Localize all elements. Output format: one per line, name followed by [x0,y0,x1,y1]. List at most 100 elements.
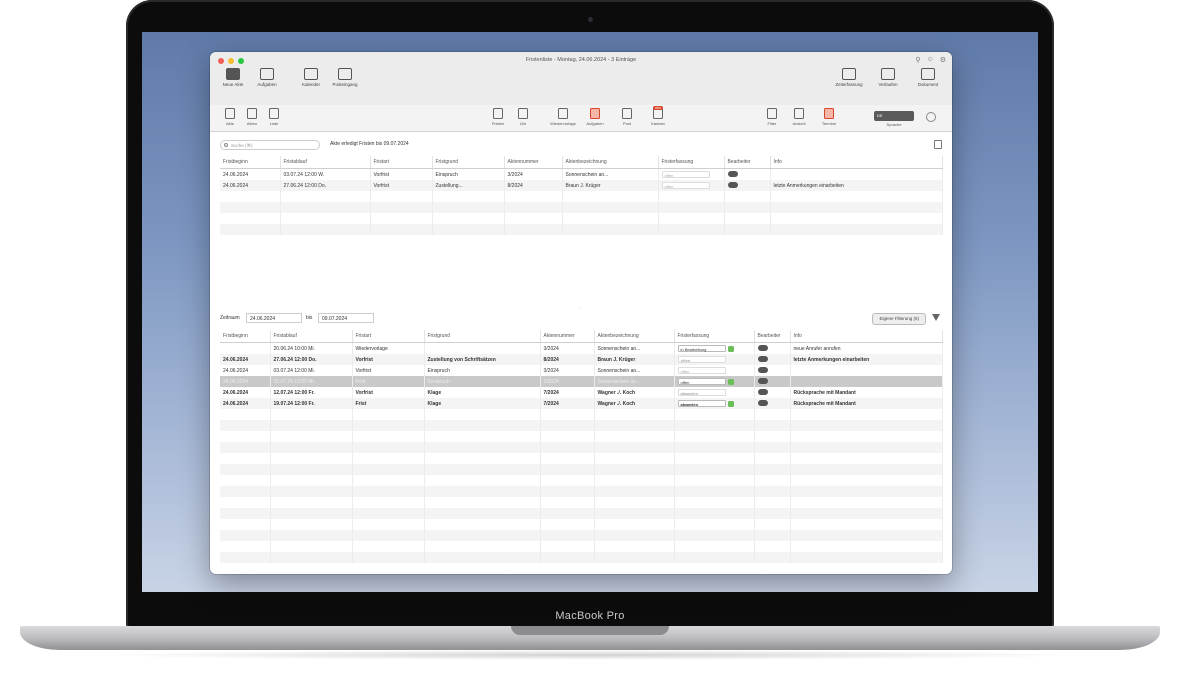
status-select[interactable]: offen [661,182,710,189]
toolbar2-view-button[interactable]: Ansicht [786,108,812,126]
status-select[interactable]: offen [677,367,726,374]
toolbar2-filter-button[interactable]: Filter [762,108,782,126]
search-icon[interactable]: ⚲ [915,56,920,64]
toolbar2-file-button[interactable]: Akte [220,108,240,126]
column-header[interactable]: Aktenbezeichnung [562,156,659,169]
cell-info: letzte Anmerkungen einarbeiten [770,180,943,191]
check-icon[interactable] [727,345,734,352]
date-to-field[interactable]: 09.07.2024 [318,313,374,323]
print-icon[interactable] [934,140,942,149]
column-header[interactable]: Bearbeiter [754,330,791,343]
column-header[interactable]: Info [790,330,943,343]
folder-icon [247,108,257,119]
column-header[interactable]: Fristbeginn [220,330,271,343]
status-select[interactable]: offen [677,378,726,385]
filter-description: Akte erledigt Fristen bis 09.07.2024 [330,141,409,147]
toolbar2-appointments-button[interactable]: Termine [816,108,842,126]
column-header[interactable]: Fristgrund [432,156,505,169]
column-header[interactable]: Fristgrund [424,330,541,343]
assignee-pill[interactable] [727,182,738,189]
refresh-icon[interactable] [926,112,936,122]
column-header[interactable]: Info [770,156,943,169]
assignee-pill[interactable] [757,378,768,385]
table-row[interactable]: 24.06.2024 27.06.24 12:00 Do. Vorfrist Z… [220,354,943,365]
cell-start: 24.06.2024 [220,376,271,387]
column-header[interactable]: Fristbeginn [220,156,281,169]
toolbar2-deadlines-button[interactable]: Fristen [486,108,510,126]
table-row-empty [220,519,943,530]
status-select[interactable]: abwarten [677,400,726,407]
column-header[interactable]: Aktenbezeichnung [594,330,675,343]
toolbar2-label: Kanban [651,121,665,126]
funnel-icon[interactable] [932,314,940,321]
table-row[interactable]: 24.06.2024 03.07.24 12:00 Mi. Vorfrist E… [220,365,943,376]
toolbar-timer-button[interactable]: Zeiterfassung [832,68,866,87]
calendar-small-icon [493,108,503,119]
table-row[interactable]: 20.06.24 10:00 Mi. Wiedervorlage 3/2024 … [220,342,943,354]
assignee-pill[interactable] [757,345,768,352]
cell-status: offen [658,168,725,180]
language-selector[interactable]: DE [874,111,914,121]
assignee-pill[interactable] [757,367,768,374]
column-header[interactable]: Fristerfassung [658,156,725,169]
toolbar2-tasks-button[interactable]: Aufgaben [582,108,608,126]
table-row[interactable]: 24.06.2024 19.07.24 12:00 Fr. Frist Klag… [220,398,943,409]
column-header[interactable]: Bearbeiter [724,156,771,169]
timer-icon [842,68,856,80]
device-label: MacBook Pro [555,610,625,622]
camera-icon [588,17,593,22]
settings-icon[interactable]: ⚙ [940,56,946,64]
table-row-empty [220,431,943,442]
cell-file-number: 3/2024 [540,376,595,387]
split-handle[interactable]: · [580,306,582,312]
column-header[interactable]: Aktennummer [540,330,595,343]
toolbar-tasks-button[interactable]: Aufgaben [254,68,280,87]
search-input[interactable]: Suche (⌘) [220,140,320,150]
table-row[interactable]: 24.06.2024 03.07.24 12:00 W. Vorfrist Ei… [220,168,943,180]
column-header[interactable]: Fristerfassung [674,330,755,343]
table-row-empty [220,191,943,202]
toolbar2-mail-button[interactable]: Post [618,108,636,126]
check-icon[interactable] [727,378,734,385]
column-header[interactable]: Fristart [352,330,425,343]
toolbar-new-file-button[interactable]: Neue Akte [220,68,246,87]
table-row[interactable]: 24.06.2024 12.07.24 12:00 Fr. Vorfrist K… [220,387,943,398]
assignee-pill[interactable] [757,400,768,407]
assignee-pill[interactable] [727,171,738,178]
date-from-field[interactable]: 24.06.2024 [246,313,302,323]
toolbar-inbox-button[interactable]: Posteingang [330,68,360,87]
status-select[interactable]: offen [677,356,726,363]
assignee-pill[interactable] [757,389,768,396]
check-icon[interactable] [727,400,734,407]
cell-info: Rücksprache mit Mandant [790,398,943,409]
column-header[interactable]: Fristablauf [280,156,371,169]
user-icon[interactable]: ☺ [927,56,934,64]
toolbar-calendar-button[interactable]: Kalender [298,68,324,87]
toolbar2-board-button[interactable]: neu Kanban [646,106,670,126]
table-row[interactable]: 24.06.2024 27.06.24 12:00 Do. Vorfrist Z… [220,180,943,191]
status-select[interactable]: in Bearbeitung [677,345,726,352]
table-row-empty [220,508,943,519]
document-icon [921,68,935,80]
assignee-pill[interactable] [757,356,768,363]
toolbar2-label: Fristen [491,121,505,126]
table-row-selected[interactable]: 24.06.2024 10.07.24 12:00 Mi. Frist Eins… [220,376,943,387]
cell-expiry: 03.07.24 12:00 Mi. [270,365,353,376]
column-header[interactable]: Fristablauf [270,330,353,343]
custom-filter-button[interactable]: Eigene Filterung (5) [872,313,926,325]
toolbar2-files-button[interactable]: Akten [242,108,262,126]
cell-expiry: 19.07.24 12:00 Fr. [270,398,353,409]
column-header[interactable]: Fristart [370,156,433,169]
column-header[interactable]: Aktennummer [504,156,563,169]
toolbar-document-button[interactable]: Dokument [910,68,946,87]
status-select[interactable]: offen [661,171,710,178]
cell-expiry: 12.07.24 12:00 Fr. [270,387,353,398]
toolbar-house-button[interactable]: Verlaufen [872,68,904,87]
toolbar2-list-button[interactable]: Liste [264,108,284,126]
toolbar2-label: Post [622,121,631,126]
status-select[interactable]: abwarten [677,389,726,396]
toolbar2-resubmission-button[interactable]: Wiedervorlage [550,108,576,126]
toolbar2-label: Wiedervorlage [550,121,576,126]
toolbar2-clock-button[interactable]: Uhr [514,108,532,126]
titlebar: Fristenliste - Montag, 24.06.2024 - 3 Ei… [210,52,952,106]
